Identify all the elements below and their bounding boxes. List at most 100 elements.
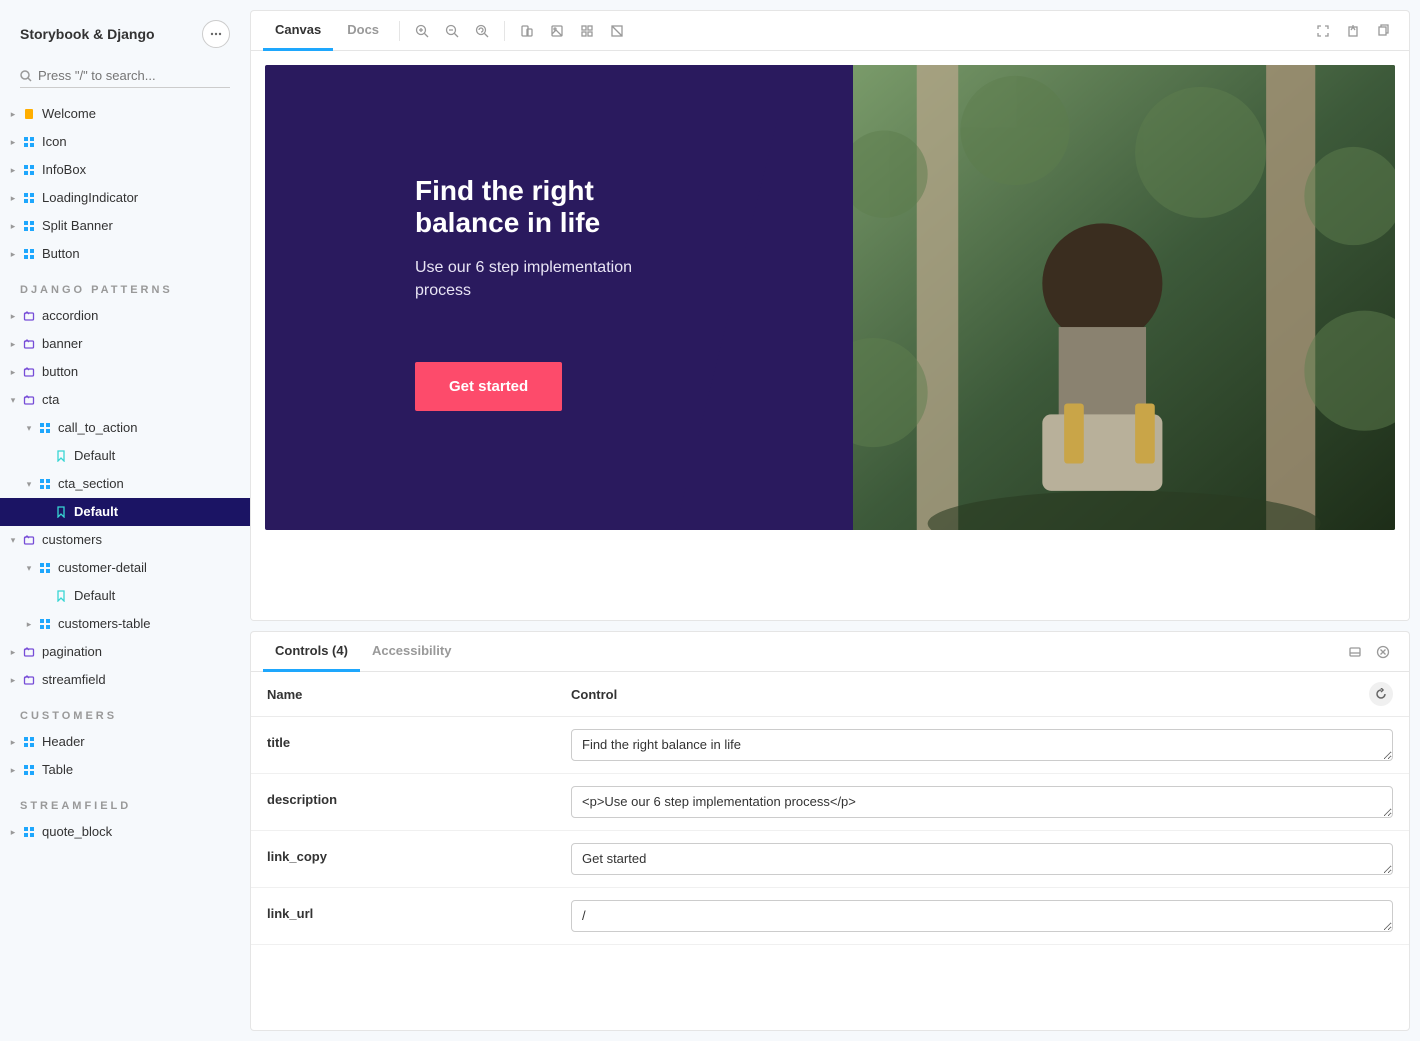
sidebar-item-label: LoadingIndicator bbox=[42, 188, 138, 208]
story-icon bbox=[54, 505, 68, 519]
copy-link-button[interactable] bbox=[1369, 17, 1397, 45]
story-icon bbox=[54, 589, 68, 603]
sidebar: Storybook & Django ▸Welcome▸Icon▸InfoBox… bbox=[0, 0, 250, 1041]
component-icon bbox=[38, 421, 52, 435]
sidebar-item-label: customers-table bbox=[58, 614, 150, 634]
canvas-area: Find the right balance in life Use our 6… bbox=[251, 51, 1409, 620]
sidebar-item-default[interactable]: Default bbox=[0, 442, 250, 470]
zoom-in-button[interactable] bbox=[408, 17, 436, 45]
sidebar-item-banner[interactable]: ▸banner bbox=[0, 330, 250, 358]
sidebar-item-label: customer-detail bbox=[58, 558, 147, 578]
caret-icon: ▸ bbox=[8, 760, 18, 780]
sidebar-item-label: Button bbox=[42, 244, 80, 264]
sidebar-item-streamfield[interactable]: ▸streamfield bbox=[0, 666, 250, 694]
cta-button[interactable]: Get started bbox=[415, 362, 562, 411]
component-icon bbox=[22, 191, 36, 205]
sidebar-item-call-to-action[interactable]: ▾ call_to_action bbox=[0, 414, 250, 442]
sidebar-item-pagination[interactable]: ▸pagination bbox=[0, 638, 250, 666]
folder-icon bbox=[22, 673, 36, 687]
panel-icon bbox=[1348, 645, 1362, 659]
grid-button[interactable] bbox=[573, 17, 601, 45]
tab-accessibility[interactable]: Accessibility bbox=[360, 632, 464, 672]
control-input-description[interactable] bbox=[571, 786, 1393, 818]
sidebar-item-label: streamfield bbox=[42, 670, 106, 690]
viewport-icon bbox=[520, 24, 534, 38]
sidebar-item-button[interactable]: ▸ Button bbox=[0, 240, 250, 268]
sidebar-item-cta[interactable]: ▾ cta bbox=[0, 386, 250, 414]
app-title: Storybook & Django bbox=[20, 26, 155, 42]
control-name: link_copy bbox=[267, 843, 571, 864]
caret-icon: ▾ bbox=[24, 558, 34, 578]
control-input-title[interactable] bbox=[571, 729, 1393, 761]
folder-icon bbox=[22, 309, 36, 323]
folder-icon bbox=[22, 645, 36, 659]
control-row-description: description bbox=[251, 774, 1409, 831]
cta-image bbox=[853, 65, 1395, 530]
caret-icon: ▸ bbox=[8, 334, 18, 354]
sidebar-item-label: call_to_action bbox=[58, 418, 138, 438]
sidebar-item-customers-table[interactable]: ▸customers-table bbox=[0, 610, 250, 638]
sidebar-item-icon[interactable]: ▸Icon bbox=[0, 128, 250, 156]
viewport-button[interactable] bbox=[513, 17, 541, 45]
caret-icon: ▸ bbox=[8, 216, 18, 236]
sidebar-item-cta-section[interactable]: ▾cta_section bbox=[0, 470, 250, 498]
main: Canvas Docs bbox=[250, 0, 1420, 1041]
controls-reset-button[interactable] bbox=[1369, 682, 1393, 706]
component-icon bbox=[38, 561, 52, 575]
sidebar-item-accordion[interactable]: ▸accordion bbox=[0, 302, 250, 330]
menu-button[interactable] bbox=[202, 20, 230, 48]
zoom-reset-icon bbox=[475, 24, 489, 38]
sidebar-item-customer-detail[interactable]: ▾ customer-detail bbox=[0, 554, 250, 582]
sidebar-item-label: Table bbox=[42, 760, 73, 780]
sidebar-item-loadingindicator[interactable]: ▸LoadingIndicator bbox=[0, 184, 250, 212]
component-icon bbox=[22, 219, 36, 233]
external-icon bbox=[1346, 24, 1360, 38]
search-icon bbox=[20, 70, 32, 82]
sidebar-section-header: STREAMFIELD bbox=[0, 784, 250, 818]
control-input-link_url[interactable] bbox=[571, 900, 1393, 932]
open-external-button[interactable] bbox=[1339, 17, 1367, 45]
component-icon bbox=[22, 825, 36, 839]
search-input[interactable] bbox=[38, 68, 230, 83]
tab-docs[interactable]: Docs bbox=[335, 11, 391, 51]
sidebar-item-customers[interactable]: ▾customers bbox=[0, 526, 250, 554]
sidebar-item-button[interactable]: ▸button bbox=[0, 358, 250, 386]
caret-icon: ▾ bbox=[24, 418, 34, 438]
search-box[interactable] bbox=[20, 64, 230, 88]
sidebar-item-label: Welcome bbox=[42, 104, 96, 124]
sidebar-item-quote-block[interactable]: ▸quote_block bbox=[0, 818, 250, 846]
background-button[interactable] bbox=[543, 17, 571, 45]
sidebar-item-label: cta bbox=[42, 390, 59, 410]
sidebar-item-default[interactable]: Default bbox=[0, 582, 250, 610]
sidebar-item-header[interactable]: ▸Header bbox=[0, 728, 250, 756]
sidebar-item-label: accordion bbox=[42, 306, 98, 326]
control-input-link_copy[interactable] bbox=[571, 843, 1393, 875]
fullscreen-button[interactable] bbox=[1309, 17, 1337, 45]
cta-section: Find the right balance in life Use our 6… bbox=[265, 65, 1395, 530]
sidebar-item-label: customers bbox=[42, 530, 102, 550]
sidebar-item-welcome[interactable]: ▸Welcome bbox=[0, 100, 250, 128]
component-icon bbox=[22, 247, 36, 261]
sidebar-item-infobox[interactable]: ▸InfoBox bbox=[0, 156, 250, 184]
caret-icon: ▸ bbox=[8, 244, 18, 264]
sidebar-item-default[interactable]: Default bbox=[0, 498, 250, 526]
measure-button[interactable] bbox=[603, 17, 631, 45]
tab-controls[interactable]: Controls (4) bbox=[263, 632, 360, 672]
addon-orientation-button[interactable] bbox=[1341, 638, 1369, 666]
sidebar-item-label: quote_block bbox=[42, 822, 112, 842]
tab-canvas[interactable]: Canvas bbox=[263, 11, 333, 51]
zoom-reset-button[interactable] bbox=[468, 17, 496, 45]
caret-icon: ▾ bbox=[8, 390, 18, 410]
component-icon bbox=[38, 617, 52, 631]
control-name: link_url bbox=[267, 900, 571, 921]
sidebar-item-split-banner[interactable]: ▸ Split Banner bbox=[0, 212, 250, 240]
zoom-out-button[interactable] bbox=[438, 17, 466, 45]
image-icon bbox=[550, 24, 564, 38]
reset-icon bbox=[1375, 688, 1387, 700]
sidebar-item-label: Split Banner bbox=[42, 216, 113, 236]
grid-icon bbox=[580, 24, 594, 38]
addon-close-button[interactable] bbox=[1369, 638, 1397, 666]
caret-icon: ▾ bbox=[24, 474, 34, 494]
sidebar-item-table[interactable]: ▸ Table bbox=[0, 756, 250, 784]
fullscreen-icon bbox=[1316, 24, 1330, 38]
